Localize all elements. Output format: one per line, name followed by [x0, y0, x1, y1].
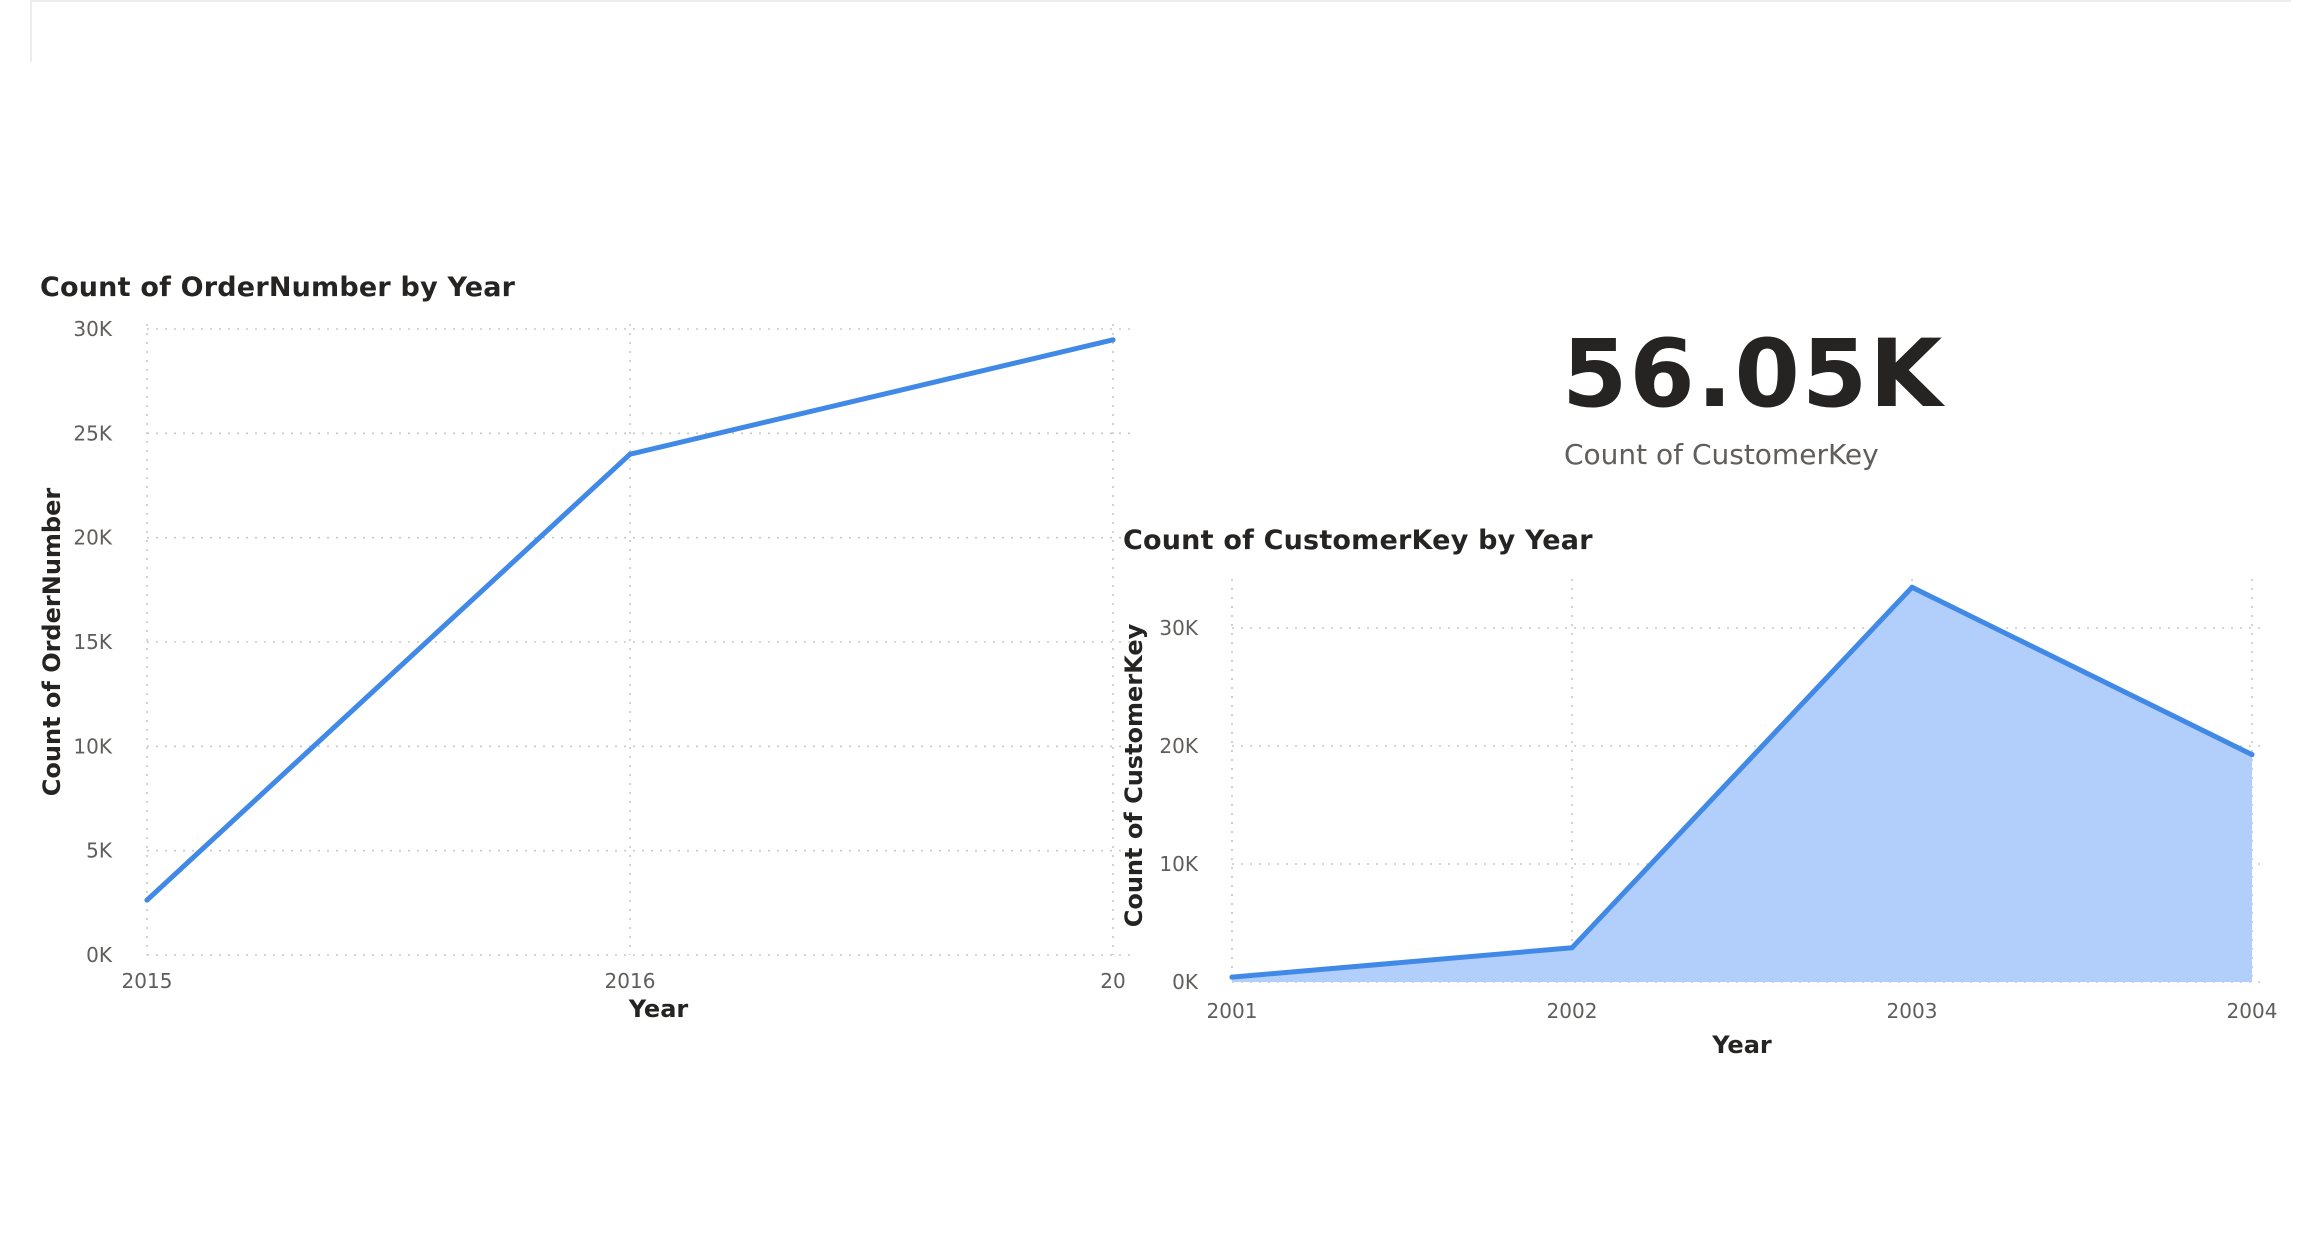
x-tick-label: 2001	[1207, 999, 1258, 1023]
y-tick-label: 25K	[73, 421, 112, 445]
data-point	[1229, 974, 1235, 980]
data-point	[1569, 945, 1575, 951]
data-point	[627, 451, 633, 457]
y-tick-label: 0K	[86, 943, 113, 967]
customer-count-card[interactable]: 56.05K Count of CustomerKey	[1500, 320, 2020, 490]
y-axis-title: Count of OrderNumber	[38, 488, 66, 797]
card-value: 56.05K	[1562, 320, 1945, 429]
report-frame-left-edge	[30, 0, 32, 62]
x-tick-label: 2015	[122, 969, 173, 993]
y-tick-label: 30K	[73, 317, 112, 341]
data-point	[2249, 752, 2255, 758]
y-tick-label: 0K	[1172, 970, 1199, 994]
x-tick-label: 2003	[1887, 999, 1938, 1023]
customer-count-area-chart[interactable]: Count of CustomerKey by Year 0K 10K 20K 30K…	[1110, 515, 2324, 1075]
data-point	[1110, 337, 1116, 343]
x-tick-label: 2004	[2227, 999, 2278, 1023]
y-tick-label: 20K	[73, 526, 112, 550]
y-tick-label: 10K	[73, 734, 112, 758]
data-point	[1909, 584, 1915, 590]
x-tick-label: 2016	[605, 969, 656, 993]
y-tick-label: 10K	[1159, 852, 1198, 876]
x-axis-title: Year	[628, 995, 689, 1023]
y-axis-title: Count of CustomerKey	[1120, 623, 1148, 927]
customer-count-chart-svg: 0K 10K 20K 30K 2001 2002 2003 2004 Year Count of …	[1120, 579, 2278, 1059]
order-count-line-chart[interactable]: Count of OrderNumber by Year 0K 5K 10K 15K 2…	[30, 262, 1150, 1042]
series-area	[1232, 587, 2252, 982]
y-tick-label: 20K	[1159, 734, 1198, 758]
report-frame-top-edge	[31, 0, 2291, 2]
y-tick-label: 5K	[86, 839, 113, 863]
card-label: Count of CustomerKey	[1564, 438, 1879, 471]
x-tick-label: 2002	[1547, 999, 1598, 1023]
x-axis-title: Year	[1711, 1031, 1772, 1059]
data-point	[144, 897, 150, 903]
y-tick-label: 30K	[1159, 616, 1198, 640]
order-count-chart-svg: 0K5K10K15K20K25K30K2015 2016 20YearCount o…	[38, 317, 1130, 1023]
y-tick-label: 15K	[73, 630, 112, 654]
